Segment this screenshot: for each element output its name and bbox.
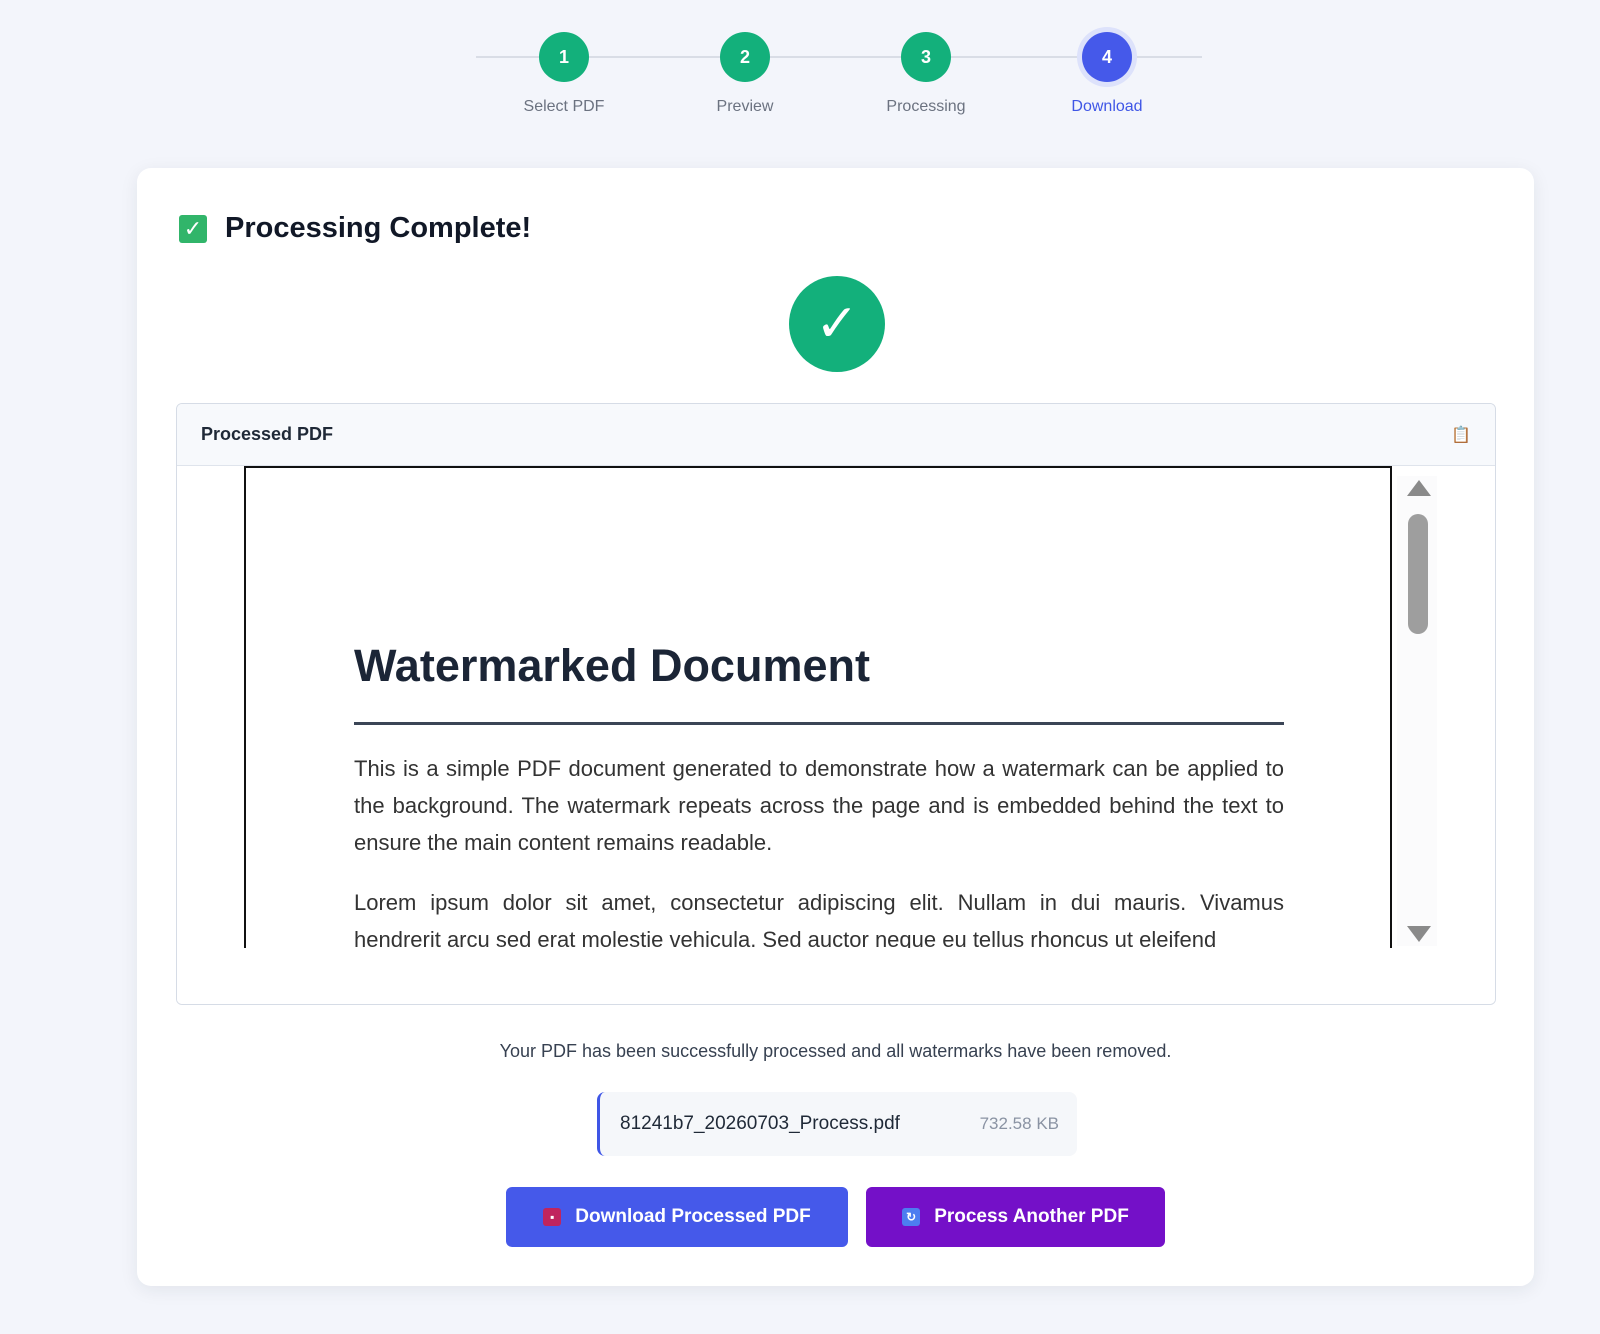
step-label: Processing — [886, 98, 966, 115]
step-label: Select PDF — [523, 98, 605, 115]
step-label: Download — [1071, 98, 1143, 115]
refresh-icon: ↻ — [902, 1208, 921, 1226]
step-number-badge: 2 — [720, 32, 770, 82]
step-number-badge: 4 — [1082, 32, 1132, 82]
viewer-body[interactable]: Watermarked Document This is a simple PD… — [177, 466, 1495, 1004]
page-title: Processing Complete! — [225, 212, 532, 244]
pdf-viewer: Processed PDF 📋 Watermarked Document Thi… — [176, 403, 1496, 1005]
scroll-down-arrow-icon[interactable] — [1407, 926, 1431, 942]
step-number-badge: 3 — [901, 32, 951, 82]
viewer-header: Processed PDF 📋 — [177, 404, 1495, 466]
document-paragraph: Lorem ipsum dolor sit amet, consectetur … — [354, 890, 1284, 948]
progress-stepper: 1 Select PDF 2 Preview 3 Processing 4 Do… — [0, 0, 1600, 150]
viewer-scrollbar[interactable] — [1397, 476, 1437, 946]
download-button-label: Download Processed PDF — [575, 1206, 811, 1227]
file-info: 81241b7_20260703_Process.pdf 732.58 KB — [597, 1092, 1077, 1156]
scrollbar-thumb[interactable] — [1408, 514, 1428, 634]
success-message: Your PDF has been successfully processed… — [499, 1041, 1172, 1061]
process-another-button-label: Process Another PDF — [934, 1206, 1129, 1227]
document-paragraph: This is a simple PDF document generated … — [354, 756, 1284, 855]
card-header: ✓ Processing Complete! — [179, 212, 531, 245]
step-label: Preview — [716, 98, 774, 115]
heading-divider — [354, 722, 1284, 725]
scroll-up-arrow-icon[interactable] — [1407, 480, 1431, 496]
pdf-page: Watermarked Document This is a simple PD… — [244, 466, 1392, 948]
result-card: ✓ Processing Complete! ✓ Processed PDF 📋… — [137, 168, 1534, 1286]
success-check-icon: ✓ — [789, 276, 885, 372]
clipboard-icon[interactable]: 📋 — [1451, 425, 1471, 445]
step-select-pdf: 1 Select PDF — [484, 32, 644, 116]
step-preview: 2 Preview — [665, 32, 825, 116]
step-number-badge: 1 — [539, 32, 589, 82]
viewer-title: Processed PDF — [201, 424, 334, 444]
floppy-disk-icon: ▪ — [543, 1208, 562, 1226]
document-heading: Watermarked Document — [354, 640, 870, 691]
step-download: 4 Download — [1027, 32, 1187, 116]
step-processing: 3 Processing — [846, 32, 1006, 116]
process-another-pdf-button[interactable]: ↻ Process Another PDF — [866, 1187, 1165, 1247]
file-name: 81241b7_20260703_Process.pdf — [620, 1113, 900, 1134]
file-size: 732.58 KB — [979, 1114, 1059, 1133]
check-box-icon: ✓ — [179, 214, 207, 243]
download-processed-pdf-button[interactable]: ▪ Download Processed PDF — [506, 1187, 848, 1247]
